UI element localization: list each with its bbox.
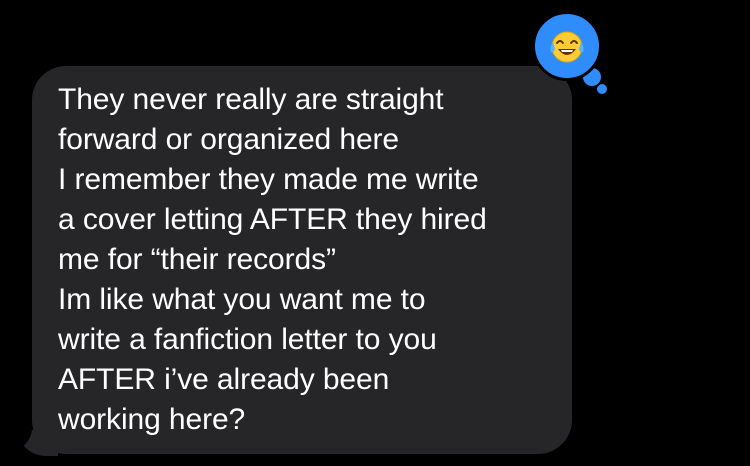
message-text: They never really are straight forward o… xyxy=(58,83,487,436)
tears-of-joy-emoji-icon xyxy=(550,31,584,63)
message-thread: They never really are straight forward o… xyxy=(0,0,750,466)
tapback-reaction[interactable] xyxy=(532,11,602,81)
